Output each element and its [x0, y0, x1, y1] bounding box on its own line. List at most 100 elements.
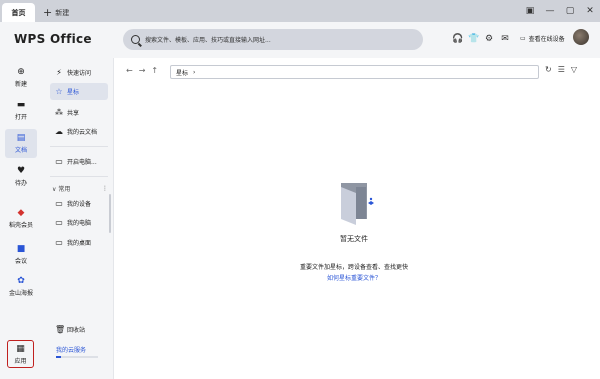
close-icon[interactable]: ✕	[580, 0, 600, 22]
folder-icon: ▬	[16, 100, 26, 110]
nav-todo-label: 待办	[14, 180, 27, 187]
side-item-my-computer[interactable]: ▭ 我的电脑	[50, 214, 108, 231]
window-controls: ▣ — ▢ ✕	[520, 0, 600, 22]
new-tab-label: 新建	[55, 8, 70, 17]
path-bar[interactable]: 星标 ›	[170, 65, 539, 79]
shirt-icon[interactable]: 👕	[468, 34, 479, 44]
side-column: ⚡ 快速访问 ☆ 星标 ⁂ 共享 ☁ 我的云文档 ▭ 开启电脑... ∨ 常用 …	[42, 58, 114, 379]
message-icon[interactable]: ✉	[500, 34, 510, 44]
left-nav: ⊕ 新建 ▬ 打开 ▤ 文档 ♥ 待办 ◆ 稻壳会员 ■ 会议 ✿ 金山海报 ▦…	[0, 58, 42, 379]
plus-icon: +	[43, 6, 53, 19]
list-view-icon[interactable]: ☰	[558, 65, 565, 74]
up-arrow-icon[interactable]: ↑	[151, 66, 158, 75]
side-scrollbar[interactable]	[109, 194, 111, 233]
side-item-label: 快速访问	[67, 70, 92, 77]
cloud-icon: ☁	[55, 126, 63, 136]
nav-open-label: 打开	[14, 114, 27, 121]
nav-vip[interactable]: ◆ 稻壳会员	[5, 204, 37, 233]
headset-icon[interactable]: 🎧	[452, 34, 463, 44]
group-frequent-label: ∨ 常用	[52, 186, 71, 193]
chevron-right-icon: ›	[193, 68, 196, 76]
group-frequent[interactable]: ∨ 常用 ⋮	[50, 184, 108, 193]
gear-icon[interactable]: ⚙	[484, 34, 494, 44]
minimize-icon[interactable]: —	[540, 0, 560, 22]
nav-kingsoft[interactable]: ✿ 金山海报	[5, 272, 37, 301]
nav-new-label: 新建	[14, 81, 27, 88]
vip-icon: ◆	[17, 208, 25, 218]
nav-open[interactable]: ▬ 打开	[5, 96, 37, 125]
new-tab-button[interactable]: + 新建	[35, 3, 69, 22]
side-item-label: 共享	[67, 110, 80, 117]
filter-icon[interactable]: ▽	[571, 65, 577, 74]
tab-home[interactable]: 首页	[2, 3, 35, 22]
how-to-star-link[interactable]: 如何星标重要文件？	[327, 273, 381, 282]
poster-icon: ✿	[17, 276, 25, 286]
nav-docs[interactable]: ▤ 文档	[5, 129, 37, 158]
avatar[interactable]	[573, 29, 589, 45]
side-item-label: 回收站	[67, 327, 86, 334]
side-item-label: 星标	[67, 89, 80, 96]
nav-apps-label: 应用	[14, 357, 27, 365]
video-icon: ■	[16, 244, 26, 254]
empty-title: 暂无文件	[340, 235, 368, 243]
search-input[interactable]: 搜索文件、模板、应用、技巧或直接输入网址...	[123, 29, 423, 50]
side-item-my-devices[interactable]: ▭ 我的设备	[50, 195, 108, 212]
desktop-icon: ▭	[55, 237, 63, 247]
side-item-label: 我的电脑	[67, 220, 92, 227]
empty-folder-illustration	[341, 183, 374, 225]
layout-icon[interactable]: ▣	[520, 0, 540, 22]
document-icon: ▤	[16, 133, 26, 143]
side-item-quick-access[interactable]: ⚡ 快速访问	[50, 64, 108, 81]
nav-docs-label: 文档	[14, 147, 27, 154]
cloud-service-link[interactable]: 我的云服务	[56, 345, 100, 354]
search-icon	[131, 35, 140, 44]
grid-icon: ▦	[16, 343, 25, 354]
path-segment[interactable]: 星标	[176, 68, 188, 77]
nav-kingsoft-label: 金山海报	[8, 290, 33, 297]
online-devices-label: 查看在线设备	[528, 36, 565, 43]
nav-todo[interactable]: ♥ 待办	[5, 162, 37, 191]
side-item-label: 我的桌面	[67, 240, 92, 247]
nav-vip-label: 稻壳会员	[8, 222, 33, 229]
header-icons: 🎧 👕 ⚙ ✉	[452, 34, 510, 44]
cloud-usage-bar	[56, 356, 98, 358]
divider	[50, 176, 108, 177]
maximize-icon[interactable]: ▢	[560, 0, 580, 22]
side-item-cloud-docs[interactable]: ☁ 我的云文档	[50, 123, 108, 140]
side-item-my-desktop[interactable]: ▭ 我的桌面	[50, 234, 108, 251]
side-item-open-computer[interactable]: ▭ 开启电脑...	[50, 153, 108, 170]
header: WPS Office 搜索文件、模板、应用、技巧或直接输入网址... 🎧 👕 ⚙…	[0, 22, 600, 58]
flash-icon: ⚡	[56, 67, 62, 77]
forward-arrow-icon[interactable]: →	[139, 66, 146, 75]
nav-meeting-label: 会议	[14, 258, 27, 265]
side-item-recycle-bin[interactable]: 🗑 回收站	[50, 321, 108, 338]
refresh-icon[interactable]: ↻	[545, 65, 552, 74]
empty-description: 重要文件加星标，跨设备查看、查找更快	[300, 264, 409, 271]
nav-meeting[interactable]: ■ 会议	[5, 240, 37, 269]
main-content	[114, 86, 600, 379]
nav-new[interactable]: ⊕ 新建	[5, 63, 37, 92]
nav-apps[interactable]: ▦ 应用	[7, 340, 34, 368]
side-item-shared[interactable]: ⁂ 共享	[50, 104, 108, 121]
more-icon[interactable]: ⋮	[102, 185, 108, 192]
back-arrow-icon[interactable]: ←	[126, 66, 133, 75]
share-icon: ⁂	[55, 107, 63, 117]
monitor-icon: ▭	[520, 35, 526, 42]
computer-icon: ▭	[55, 217, 63, 227]
computer-icon: ▭	[55, 156, 63, 166]
history-nav: ← → ↑	[126, 66, 158, 75]
star-icon: ☆	[55, 86, 63, 96]
trash-icon: 🗑	[55, 324, 66, 334]
side-item-label: 我的云文档	[67, 129, 98, 136]
side-item-starred[interactable]: ☆ 星标	[50, 83, 108, 100]
side-item-label: 我的设备	[67, 201, 92, 208]
tab-home-label: 首页	[11, 8, 26, 17]
devices-icon: ▭	[55, 198, 63, 208]
plus-icon: ⊕	[17, 67, 25, 77]
divider	[50, 146, 108, 147]
online-devices-button[interactable]: ▭ 查看在线设备	[520, 34, 565, 43]
cloud-usage-fill	[56, 356, 62, 358]
app-logo: WPS Office	[14, 32, 92, 46]
search-placeholder: 搜索文件、模板、应用、技巧或直接输入网址...	[145, 37, 271, 44]
side-item-label: 开启电脑...	[67, 159, 97, 166]
